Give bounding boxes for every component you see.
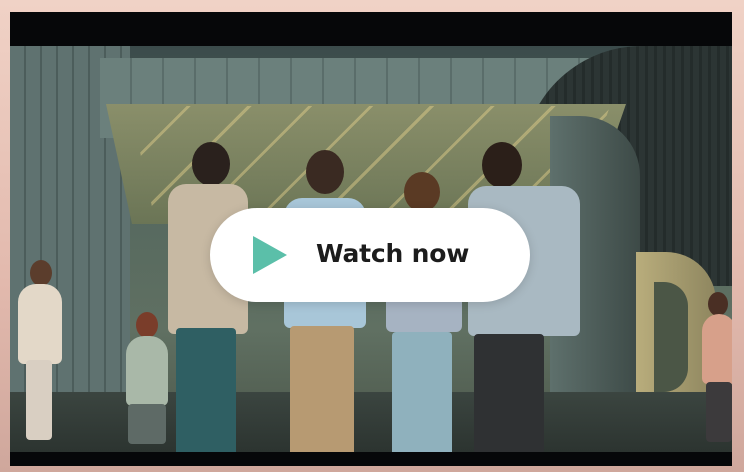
watch-now-button[interactable]: Watch now [210,208,530,302]
person-left-walker [14,260,64,450]
letterbox-top [10,12,732,46]
ground [10,392,732,452]
play-icon [253,236,287,274]
letterbox-bottom [10,452,732,466]
watch-now-label: Watch now [316,239,470,268]
person-walker-right [700,292,732,452]
